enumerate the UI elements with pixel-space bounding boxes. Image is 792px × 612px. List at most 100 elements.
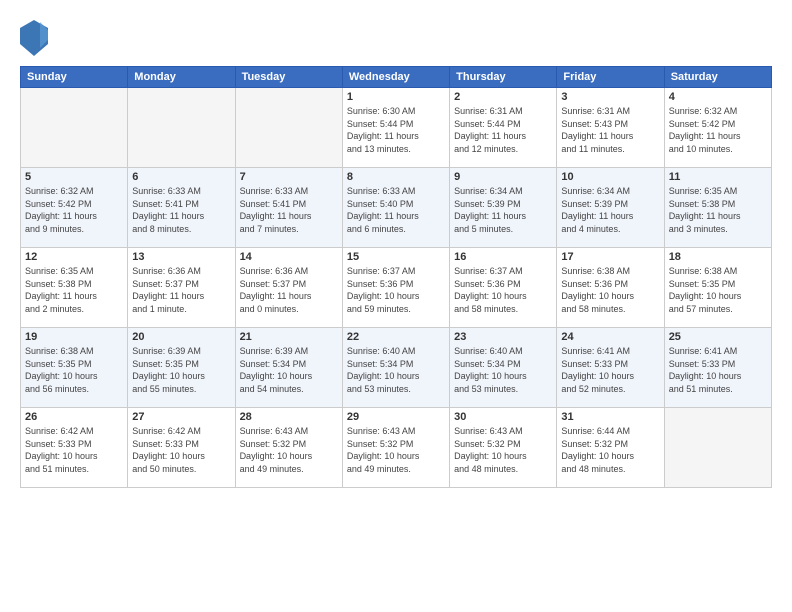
day-number: 1	[347, 91, 445, 103]
day-number: 10	[561, 171, 659, 183]
day-info: Sunrise: 6:35 AM Sunset: 5:38 PM Dayligh…	[669, 185, 767, 235]
day-number: 11	[669, 171, 767, 183]
calendar-cell: 16 Sunrise: 6:37 AM Sunset: 5:36 PM Dayli…	[450, 248, 557, 328]
calendar-cell: 8 Sunrise: 6:33 AM Sunset: 5:40 PM Daylig…	[342, 168, 449, 248]
calendar-cell: 10 Sunrise: 6:34 AM Sunset: 5:39 PM Dayli…	[557, 168, 664, 248]
day-info: Sunrise: 6:43 AM Sunset: 5:32 PM Dayligh…	[347, 425, 445, 475]
day-number: 3	[561, 91, 659, 103]
day-number: 4	[669, 91, 767, 103]
day-info: Sunrise: 6:35 AM Sunset: 5:38 PM Dayligh…	[25, 265, 123, 315]
calendar-cell: 31Sunrise: 6:44 AM Sunset: 5:32 PM Dayli…	[557, 408, 664, 488]
day-info: Sunrise: 6:37 AM Sunset: 5:36 PM Dayligh…	[347, 265, 445, 315]
calendar-cell: 14 Sunrise: 6:36 AM Sunset: 5:37 PM Dayli…	[235, 248, 342, 328]
logo-icon	[20, 20, 48, 56]
calendar-cell: 18Sunrise: 6:38 AM Sunset: 5:35 PM Dayli…	[664, 248, 771, 328]
calendar-cell: 22 Sunrise: 6:40 AM Sunset: 5:34 PM Dayli…	[342, 328, 449, 408]
day-header-friday: Friday	[557, 67, 664, 88]
calendar-cell	[235, 88, 342, 168]
day-header-wednesday: Wednesday	[342, 67, 449, 88]
calendar-cell: 30 Sunrise: 6:43 AM Sunset: 5:32 PM Dayli…	[450, 408, 557, 488]
calendar-cell: 7 Sunrise: 6:33 AM Sunset: 5:41 PM Daylig…	[235, 168, 342, 248]
day-number: 28	[240, 411, 338, 423]
day-number: 27	[132, 411, 230, 423]
day-info: Sunrise: 6:36 AM Sunset: 5:37 PM Dayligh…	[240, 265, 338, 315]
week-row-5: 26 Sunrise: 6:42 AM Sunset: 5:33 PM Dayli…	[21, 408, 772, 488]
day-info: Sunrise: 6:30 AM Sunset: 5:44 PM Dayligh…	[347, 105, 445, 155]
day-number: 14	[240, 251, 338, 263]
calendar-cell: 15 Sunrise: 6:37 AM Sunset: 5:36 PM Dayli…	[342, 248, 449, 328]
calendar-cell: 21 Sunrise: 6:39 AM Sunset: 5:34 PM Dayli…	[235, 328, 342, 408]
calendar-cell: 4 Sunrise: 6:32 AM Sunset: 5:42 PM Daylig…	[664, 88, 771, 168]
day-info: Sunrise: 6:32 AM Sunset: 5:42 PM Dayligh…	[25, 185, 123, 235]
day-info: Sunrise: 6:42 AM Sunset: 5:33 PM Dayligh…	[25, 425, 123, 475]
calendar-cell: 27 Sunrise: 6:42 AM Sunset: 5:33 PM Dayli…	[128, 408, 235, 488]
calendar-cell: 13 Sunrise: 6:36 AM Sunset: 5:37 PM Dayli…	[128, 248, 235, 328]
day-info: Sunrise: 6:41 AM Sunset: 5:33 PM Dayligh…	[669, 345, 767, 395]
day-number: 15	[347, 251, 445, 263]
day-header-monday: Monday	[128, 67, 235, 88]
day-info: Sunrise: 6:41 AM Sunset: 5:33 PM Dayligh…	[561, 345, 659, 395]
day-info: Sunrise: 6:43 AM Sunset: 5:32 PM Dayligh…	[454, 425, 552, 475]
day-info: Sunrise: 6:34 AM Sunset: 5:39 PM Dayligh…	[561, 185, 659, 235]
calendar-cell: 19Sunrise: 6:38 AM Sunset: 5:35 PM Dayli…	[21, 328, 128, 408]
calendar-cell: 25 Sunrise: 6:41 AM Sunset: 5:33 PM Dayli…	[664, 328, 771, 408]
day-info: Sunrise: 6:31 AM Sunset: 5:44 PM Dayligh…	[454, 105, 552, 155]
day-info: Sunrise: 6:33 AM Sunset: 5:41 PM Dayligh…	[240, 185, 338, 235]
day-number: 25	[669, 331, 767, 343]
week-row-2: 5 Sunrise: 6:32 AM Sunset: 5:42 PM Daylig…	[21, 168, 772, 248]
day-number: 2	[454, 91, 552, 103]
day-info: Sunrise: 6:34 AM Sunset: 5:39 PM Dayligh…	[454, 185, 552, 235]
day-number: 20	[132, 331, 230, 343]
calendar: SundayMondayTuesdayWednesdayThursdayFrid…	[20, 66, 772, 488]
day-info: Sunrise: 6:39 AM Sunset: 5:35 PM Dayligh…	[132, 345, 230, 395]
day-header-thursday: Thursday	[450, 67, 557, 88]
day-number: 22	[347, 331, 445, 343]
day-number: 13	[132, 251, 230, 263]
calendar-cell: 5 Sunrise: 6:32 AM Sunset: 5:42 PM Daylig…	[21, 168, 128, 248]
day-number: 17	[561, 251, 659, 263]
day-info: Sunrise: 6:40 AM Sunset: 5:34 PM Dayligh…	[454, 345, 552, 395]
calendar-cell: 3 Sunrise: 6:31 AM Sunset: 5:43 PM Daylig…	[557, 88, 664, 168]
calendar-cell	[664, 408, 771, 488]
calendar-cell: 1 Sunrise: 6:30 AM Sunset: 5:44 PM Daylig…	[342, 88, 449, 168]
calendar-cell: 12Sunrise: 6:35 AM Sunset: 5:38 PM Dayli…	[21, 248, 128, 328]
day-number: 21	[240, 331, 338, 343]
day-number: 6	[132, 171, 230, 183]
day-header-saturday: Saturday	[664, 67, 771, 88]
day-info: Sunrise: 6:36 AM Sunset: 5:37 PM Dayligh…	[132, 265, 230, 315]
day-number: 18	[669, 251, 767, 263]
day-info: Sunrise: 6:44 AM Sunset: 5:32 PM Dayligh…	[561, 425, 659, 475]
day-number: 30	[454, 411, 552, 423]
day-number: 5	[25, 171, 123, 183]
day-number: 8	[347, 171, 445, 183]
day-header-tuesday: Tuesday	[235, 67, 342, 88]
page-header	[20, 20, 772, 56]
calendar-cell: 6 Sunrise: 6:33 AM Sunset: 5:41 PM Daylig…	[128, 168, 235, 248]
calendar-cell: 20 Sunrise: 6:39 AM Sunset: 5:35 PM Dayli…	[128, 328, 235, 408]
day-info: Sunrise: 6:33 AM Sunset: 5:41 PM Dayligh…	[132, 185, 230, 235]
day-info: Sunrise: 6:32 AM Sunset: 5:42 PM Dayligh…	[669, 105, 767, 155]
day-number: 26	[25, 411, 123, 423]
calendar-cell: 24 Sunrise: 6:41 AM Sunset: 5:33 PM Dayli…	[557, 328, 664, 408]
day-info: Sunrise: 6:42 AM Sunset: 5:33 PM Dayligh…	[132, 425, 230, 475]
day-info: Sunrise: 6:31 AM Sunset: 5:43 PM Dayligh…	[561, 105, 659, 155]
week-row-3: 12Sunrise: 6:35 AM Sunset: 5:38 PM Dayli…	[21, 248, 772, 328]
day-info: Sunrise: 6:33 AM Sunset: 5:40 PM Dayligh…	[347, 185, 445, 235]
calendar-cell: 26 Sunrise: 6:42 AM Sunset: 5:33 PM Dayli…	[21, 408, 128, 488]
day-info: Sunrise: 6:40 AM Sunset: 5:34 PM Dayligh…	[347, 345, 445, 395]
day-info: Sunrise: 6:38 AM Sunset: 5:35 PM Dayligh…	[25, 345, 123, 395]
day-number: 7	[240, 171, 338, 183]
day-info: Sunrise: 6:37 AM Sunset: 5:36 PM Dayligh…	[454, 265, 552, 315]
day-number: 16	[454, 251, 552, 263]
calendar-cell	[21, 88, 128, 168]
day-number: 24	[561, 331, 659, 343]
day-header-sunday: Sunday	[21, 67, 128, 88]
calendar-cell: 2 Sunrise: 6:31 AM Sunset: 5:44 PM Daylig…	[450, 88, 557, 168]
week-row-4: 19Sunrise: 6:38 AM Sunset: 5:35 PM Dayli…	[21, 328, 772, 408]
day-number: 23	[454, 331, 552, 343]
day-info: Sunrise: 6:43 AM Sunset: 5:32 PM Dayligh…	[240, 425, 338, 475]
day-info: Sunrise: 6:39 AM Sunset: 5:34 PM Dayligh…	[240, 345, 338, 395]
calendar-cell: 17Sunrise: 6:38 AM Sunset: 5:36 PM Dayli…	[557, 248, 664, 328]
day-number: 9	[454, 171, 552, 183]
calendar-cell: 11 Sunrise: 6:35 AM Sunset: 5:38 PM Dayli…	[664, 168, 771, 248]
